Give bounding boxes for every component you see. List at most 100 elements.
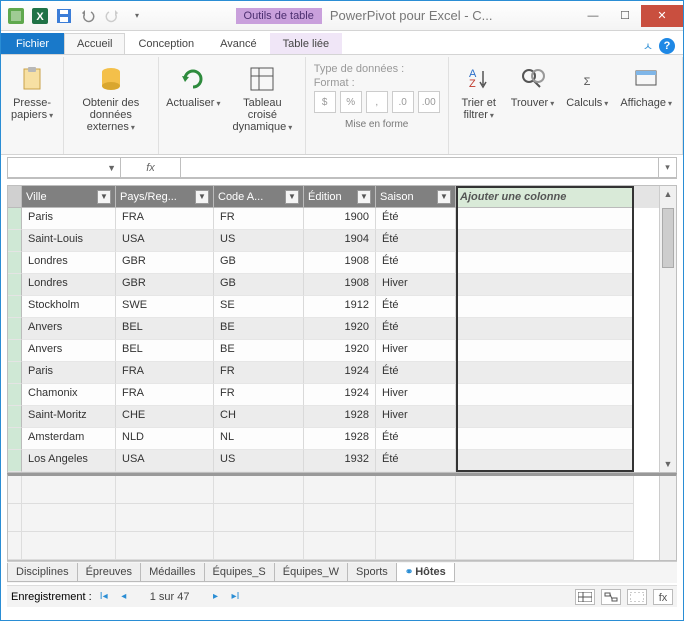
filter-icon[interactable]: ▼ bbox=[437, 190, 451, 204]
calculations-button[interactable]: Σ Calculs bbox=[562, 59, 612, 114]
sheet-tab-épreuves[interactable]: Épreuves bbox=[77, 563, 141, 582]
cell-code[interactable]: US bbox=[214, 450, 304, 472]
cell-code[interactable]: NL bbox=[214, 428, 304, 450]
close-button[interactable]: ✕ bbox=[641, 5, 683, 27]
cell-saison[interactable]: Été bbox=[376, 208, 456, 230]
cell-code[interactable]: FR bbox=[214, 384, 304, 406]
sheet-tab-médailles[interactable]: Médailles bbox=[140, 563, 204, 582]
filter-icon[interactable]: ▼ bbox=[285, 190, 299, 204]
cell-ville[interactable]: Amsterdam bbox=[22, 428, 116, 450]
measure-cell[interactable] bbox=[8, 476, 22, 504]
cell-ville[interactable]: Anvers bbox=[22, 340, 116, 362]
cell-pays[interactable]: FRA bbox=[116, 362, 214, 384]
undo-icon[interactable] bbox=[77, 5, 99, 27]
cell-edition[interactable]: 1924 bbox=[304, 384, 376, 406]
cell-add[interactable] bbox=[456, 274, 634, 296]
table-row[interactable]: LondresGBRGB1908Été bbox=[8, 252, 659, 274]
measure-cell[interactable] bbox=[456, 476, 634, 504]
column-header-ville[interactable]: Ville▼ bbox=[22, 186, 116, 208]
tab-linked-table[interactable]: Table liée bbox=[270, 33, 342, 54]
column-header-edition[interactable]: Édition▼ bbox=[304, 186, 376, 208]
view-button[interactable]: Affichage bbox=[616, 59, 676, 114]
data-view-button[interactable] bbox=[575, 589, 595, 605]
tab-home[interactable]: Accueil bbox=[64, 33, 125, 54]
cell-add[interactable] bbox=[456, 208, 634, 230]
row-header[interactable] bbox=[8, 428, 22, 450]
cell-edition[interactable]: 1904 bbox=[304, 230, 376, 252]
cell-pays[interactable]: SWE bbox=[116, 296, 214, 318]
fx-label[interactable]: fx bbox=[121, 157, 181, 178]
measure-cell[interactable] bbox=[456, 504, 634, 532]
powerpivot-icon[interactable] bbox=[5, 5, 27, 27]
table-row[interactable]: Saint-MoritzCHECH1928Hiver bbox=[8, 406, 659, 428]
comma-button[interactable]: , bbox=[366, 91, 388, 113]
next-record-button[interactable]: ▸ bbox=[207, 589, 223, 605]
sheet-tab-hôtes[interactable]: ⚭Hôtes bbox=[396, 563, 455, 582]
get-external-data-button[interactable]: Obtenir des données externes bbox=[70, 59, 151, 138]
decrease-decimal-button[interactable]: .00 bbox=[418, 91, 440, 113]
cell-add[interactable] bbox=[456, 252, 634, 274]
cell-pays[interactable]: GBR bbox=[116, 252, 214, 274]
cell-ville[interactable]: Londres bbox=[22, 252, 116, 274]
cell-add[interactable] bbox=[456, 318, 634, 340]
formula-input[interactable] bbox=[181, 157, 659, 178]
cell-pays[interactable]: FRA bbox=[116, 208, 214, 230]
measure-cell[interactable] bbox=[116, 476, 214, 504]
cell-add[interactable] bbox=[456, 428, 634, 450]
cell-ville[interactable]: Paris bbox=[22, 208, 116, 230]
cell-edition[interactable]: 1920 bbox=[304, 340, 376, 362]
cell-ville[interactable]: Chamonix bbox=[22, 384, 116, 406]
cell-pays[interactable]: CHE bbox=[116, 406, 214, 428]
cell-code[interactable]: BE bbox=[214, 318, 304, 340]
column-header-saison[interactable]: Saison▼ bbox=[376, 186, 456, 208]
cell-saison[interactable]: Été bbox=[376, 450, 456, 472]
cell-edition[interactable]: 1920 bbox=[304, 318, 376, 340]
cell-ville[interactable]: Londres bbox=[22, 274, 116, 296]
column-header-pays[interactable]: Pays/Reg...▼ bbox=[116, 186, 214, 208]
measure-cell[interactable] bbox=[376, 476, 456, 504]
cell-pays[interactable]: GBR bbox=[116, 274, 214, 296]
cell-edition[interactable]: 1908 bbox=[304, 252, 376, 274]
cell-pays[interactable]: USA bbox=[116, 450, 214, 472]
cell-saison[interactable]: Été bbox=[376, 296, 456, 318]
cell-ville[interactable]: Saint-Moritz bbox=[22, 406, 116, 428]
save-icon[interactable] bbox=[53, 5, 75, 27]
filter-icon[interactable]: ▼ bbox=[195, 190, 209, 204]
cell-code[interactable]: SE bbox=[214, 296, 304, 318]
currency-button[interactable]: $ bbox=[314, 91, 336, 113]
format-label[interactable]: Format : bbox=[314, 77, 440, 89]
cell-ville[interactable]: Paris bbox=[22, 362, 116, 384]
cell-add[interactable] bbox=[456, 296, 634, 318]
cell-edition[interactable]: 1908 bbox=[304, 274, 376, 296]
sheet-tab-équipes_w[interactable]: Équipes_W bbox=[274, 563, 348, 582]
cell-pays[interactable]: BEL bbox=[116, 340, 214, 362]
measure-cell[interactable] bbox=[22, 476, 116, 504]
measure-cell[interactable] bbox=[376, 532, 456, 560]
add-column-header[interactable]: Ajouter une colonne bbox=[456, 186, 634, 208]
cell-saison[interactable]: Hiver bbox=[376, 340, 456, 362]
row-header[interactable] bbox=[8, 252, 22, 274]
measure-cell[interactable] bbox=[8, 504, 22, 532]
scroll-up-icon[interactable]: ▲ bbox=[660, 186, 676, 202]
calc-area-button[interactable]: fx bbox=[653, 589, 673, 605]
table-row[interactable]: ParisFRAFR1924Été bbox=[8, 362, 659, 384]
refresh-button[interactable]: Actualiser bbox=[165, 59, 223, 114]
cell-edition[interactable]: 1924 bbox=[304, 362, 376, 384]
sort-filter-button[interactable]: AZ Trier et filtrer bbox=[455, 59, 503, 126]
clipboard-button[interactable]: Presse- papiers bbox=[7, 59, 57, 126]
show-hidden-button[interactable] bbox=[627, 589, 647, 605]
cell-pays[interactable]: NLD bbox=[116, 428, 214, 450]
sheet-tab-équipes_s[interactable]: Équipes_S bbox=[204, 563, 275, 582]
measure-cell[interactable] bbox=[214, 532, 304, 560]
measure-cell[interactable] bbox=[8, 532, 22, 560]
cell-edition[interactable]: 1900 bbox=[304, 208, 376, 230]
filter-icon[interactable]: ▼ bbox=[357, 190, 371, 204]
scroll-down-icon[interactable]: ▼ bbox=[660, 456, 676, 472]
measure-cell[interactable] bbox=[116, 504, 214, 532]
last-record-button[interactable]: ▸I bbox=[227, 589, 243, 605]
cell-edition[interactable]: 1932 bbox=[304, 450, 376, 472]
measure-scrollbar[interactable] bbox=[659, 476, 676, 560]
percent-button[interactable]: % bbox=[340, 91, 362, 113]
cell-pays[interactable]: FRA bbox=[116, 384, 214, 406]
row-header[interactable] bbox=[8, 406, 22, 428]
